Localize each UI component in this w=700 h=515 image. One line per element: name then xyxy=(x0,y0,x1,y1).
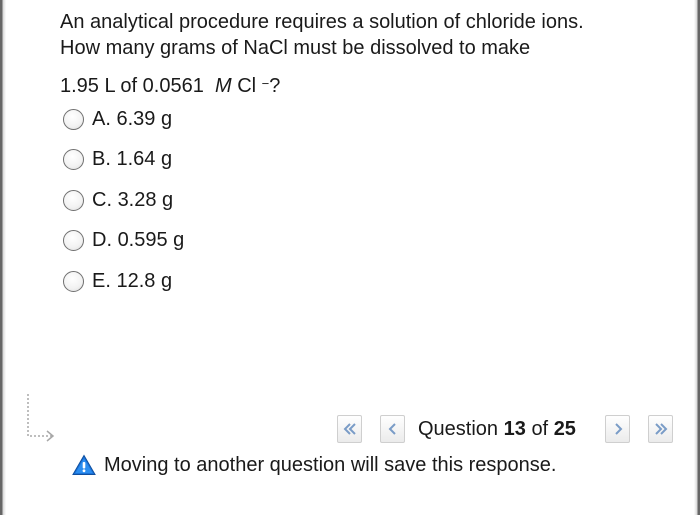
option-text: 3.28 g xyxy=(117,188,174,211)
question-word: Question xyxy=(418,418,499,440)
option-letter: B. xyxy=(92,148,111,170)
question-line-2: How many grams of NaCl must be dissolved… xyxy=(60,37,531,59)
of-word: of xyxy=(531,418,549,440)
option-letter: D. xyxy=(92,229,112,251)
prev-page-icon xyxy=(388,423,396,435)
option-text: 6.39 g xyxy=(116,107,173,130)
radio-button-d[interactable] xyxy=(63,230,84,251)
last-page-button[interactable] xyxy=(648,415,673,443)
option-c[interactable]: C. 3.28 g xyxy=(63,187,184,213)
current-question-number: 13 xyxy=(503,418,526,440)
answer-options: A. 6.39 g B. 1.64 g C. 3.28 g D. 0.595 g… xyxy=(63,106,184,309)
next-page-icon xyxy=(614,423,622,435)
warning-text: Moving to another question will save thi… xyxy=(104,454,557,476)
radio-button-c[interactable] xyxy=(63,189,84,211)
radio-button-a[interactable] xyxy=(63,108,84,130)
option-letter: A. xyxy=(92,107,111,130)
first-page-button[interactable] xyxy=(337,415,362,443)
option-letter: E. xyxy=(92,269,111,292)
return-arrow-icon xyxy=(27,394,55,442)
left-frame-edge xyxy=(0,0,6,515)
formula-ion: Cl xyxy=(237,75,257,97)
last-page-icon xyxy=(654,423,667,435)
prev-page-button[interactable] xyxy=(380,415,405,443)
option-text: 1.64 g xyxy=(116,148,173,170)
warning-icon xyxy=(72,454,96,475)
option-d[interactable]: D. 0.595 g xyxy=(63,228,184,254)
option-b[interactable]: B. 1.64 g xyxy=(63,147,184,173)
right-frame-edge xyxy=(694,0,700,515)
next-page-button[interactable] xyxy=(605,415,630,443)
formula-prefix: 1.95 L of 0.0561 xyxy=(60,75,204,97)
question-counter: Question 13 of 25 xyxy=(418,416,576,442)
option-text: 12.8 g xyxy=(116,269,173,292)
formula-suffix: ? xyxy=(269,75,281,97)
formula-charge: − xyxy=(261,76,270,91)
option-e[interactable]: E. 12.8 g xyxy=(63,268,184,294)
question-formula: 1.95 L of 0.0561 M Cl −? xyxy=(60,73,280,99)
question-text: An analytical procedure requires a solut… xyxy=(60,9,584,61)
question-line-1: An analytical procedure requires a solut… xyxy=(60,11,584,33)
radio-button-b[interactable] xyxy=(63,149,84,170)
option-a[interactable]: A. 6.39 g xyxy=(63,106,184,132)
option-letter: C. xyxy=(92,188,112,211)
first-page-icon xyxy=(343,423,356,435)
save-warning: Moving to another question will save thi… xyxy=(72,452,556,478)
total-questions: 25 xyxy=(553,418,576,440)
radio-button-e[interactable] xyxy=(63,270,84,292)
option-text: 0.595 g xyxy=(117,229,185,251)
formula-unit: M xyxy=(214,75,232,97)
